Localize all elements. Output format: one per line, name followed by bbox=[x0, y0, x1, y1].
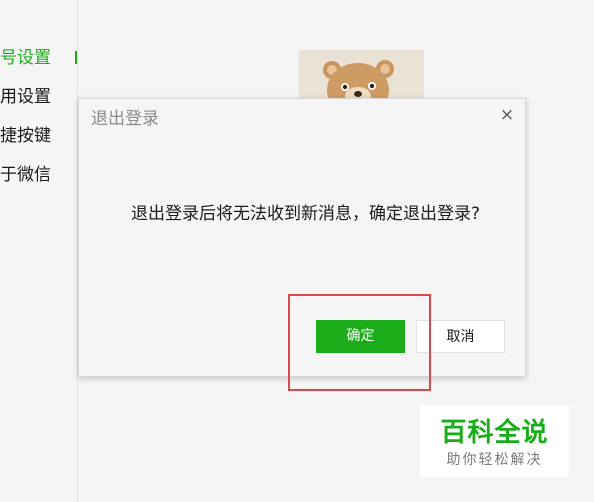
annotation-highlight-box bbox=[288, 294, 431, 391]
dialog-title: 退出登录 bbox=[91, 109, 159, 129]
close-icon[interactable]: × bbox=[497, 105, 517, 125]
watermark-logo: 百科全说 助你轻松解决 bbox=[420, 405, 569, 477]
settings-sidebar: 号设置 用设置 捷按键 于微信 bbox=[0, 0, 78, 502]
avatar bbox=[299, 50, 424, 105]
watermark-subtitle: 助你轻松解决 bbox=[446, 452, 543, 468]
teddy-bear-avatar-image bbox=[299, 50, 424, 105]
sidebar-item-account-settings[interactable]: 号设置 bbox=[0, 48, 51, 68]
sidebar-item-about-wechat[interactable]: 于微信 bbox=[0, 165, 51, 185]
sidebar-active-indicator bbox=[75, 51, 77, 64]
sidebar-item-general-settings[interactable]: 用设置 bbox=[0, 87, 51, 107]
dialog-message: 退出登录后将无法收到新消息，确定退出登录? bbox=[130, 204, 481, 224]
watermark-title: 百科全说 bbox=[440, 418, 549, 448]
sidebar-item-shortcuts[interactable]: 捷按键 bbox=[0, 126, 51, 146]
